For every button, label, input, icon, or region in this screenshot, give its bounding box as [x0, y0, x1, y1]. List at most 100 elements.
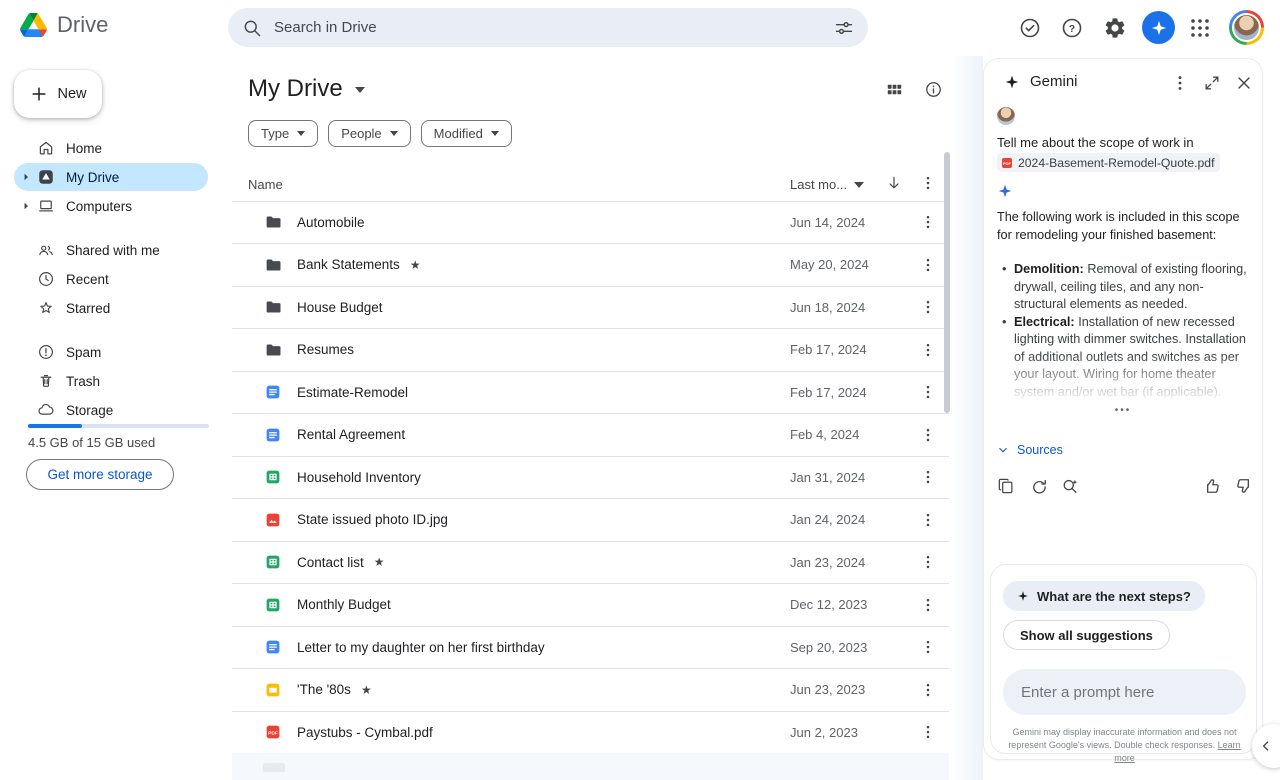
my-drive-menu-caret[interactable] [355, 80, 365, 98]
prompt-input[interactable]: Enter a prompt here [1003, 669, 1246, 715]
sidebar-item-trash[interactable]: Trash [14, 367, 208, 395]
folder-file-icon [264, 256, 282, 274]
gemini-more-menu-icon[interactable] [1170, 73, 1190, 93]
row-more-menu-icon[interactable] [919, 468, 937, 486]
recent-icon [37, 270, 55, 288]
row-more-menu-icon[interactable] [919, 553, 937, 571]
file-row-letter-to-my-daughter-on-her-first-birthday[interactable]: Letter to my daughter on her first birth… [232, 627, 949, 670]
grid-view-toggle[interactable] [885, 80, 904, 99]
offline-status-icon[interactable] [1018, 16, 1042, 40]
sidebar-item-starred[interactable]: Starred [14, 294, 208, 322]
regenerate-icon[interactable] [1029, 476, 1049, 496]
row-more-menu-icon[interactable] [919, 213, 937, 231]
file-row-rental-agreement[interactable]: Rental AgreementFeb 4, 2024 [232, 414, 949, 457]
last-modified-date: Dec 12, 2023 [790, 597, 867, 612]
drive-logo[interactable]: Drive [20, 12, 108, 38]
search-bar[interactable]: Search in Drive [228, 8, 868, 47]
suggestion-chip-label: What are the next steps? [1037, 589, 1191, 604]
filter-chip-type[interactable]: Type [248, 120, 318, 147]
row-more-menu-icon[interactable] [919, 681, 937, 699]
expand-arrow-spacer [19, 141, 35, 155]
column-header-modified[interactable]: Last mo... [790, 177, 864, 192]
show-all-suggestions-button[interactable]: Show all suggestions [1003, 620, 1170, 650]
file-row-monthly-budget[interactable]: Monthly Budget Dec 12, 2023 [232, 584, 949, 627]
chevron-down-icon [390, 131, 398, 136]
sidebar-item-computers[interactable]: Computers [14, 192, 208, 220]
file-list-area: My Drive Type People Modified Name Last mo… [232, 56, 952, 780]
search-options-icon[interactable] [834, 18, 854, 38]
row-more-menu-icon[interactable] [919, 426, 937, 444]
suggestion-chip-next-steps[interactable]: What are the next steps? [1003, 581, 1205, 611]
thumbs-up-icon[interactable] [1202, 476, 1222, 496]
row-more-menu-icon[interactable] [919, 341, 937, 359]
file-row-automobile[interactable]: AutomobileJun 14, 2024 [232, 202, 949, 245]
sort-direction-icon[interactable] [885, 174, 903, 192]
file-row-resumes[interactable]: ResumesFeb 17, 2024 [232, 329, 949, 372]
row-more-menu-icon[interactable] [919, 511, 937, 529]
search-input[interactable]: Search in Drive [274, 19, 834, 36]
expand-arrow-spacer [19, 403, 35, 417]
filter-chip-modified[interactable]: Modified [421, 120, 512, 147]
file-row-estimate-remodel[interactable]: Estimate-RemodelFeb 17, 2024 [232, 372, 949, 415]
file-row-paystubs-cymbal-pdf[interactable]: PDFPaystubs - Cymbal.pdfJun 2, 2023 [232, 712, 949, 755]
filter-chip-label: People [341, 126, 381, 141]
row-more-menu-icon[interactable] [919, 638, 937, 656]
row-more-menu-icon[interactable] [919, 596, 937, 614]
response-bullet-electrical: Electrical: Installation of new recessed… [1001, 314, 1249, 402]
sidebar-item-my-drive[interactable]: My Drive [14, 163, 208, 191]
file-name: 'The '80s [297, 682, 351, 697]
details-info-icon[interactable] [924, 80, 943, 99]
thumbs-down-icon[interactable] [1234, 476, 1254, 496]
file-row-the-80s[interactable]: 'The '80s★Jun 23, 2023 [232, 669, 949, 712]
settings-gear-icon[interactable] [1103, 16, 1127, 40]
search-related-icon[interactable] [1060, 476, 1080, 496]
new-button[interactable]: New [14, 70, 102, 118]
last-modified-date: Jun 23, 2023 [790, 682, 865, 697]
plus-icon [29, 84, 49, 104]
response-bullet-demolition: Demolition: Removal of existing flooring… [1001, 261, 1249, 314]
storage-icon [37, 401, 55, 419]
expand-arrow-spacer [19, 301, 35, 315]
apps-grid-icon[interactable] [1188, 16, 1212, 40]
row-more-menu-icon[interactable] [919, 723, 937, 741]
expand-arrow-spacer [19, 345, 35, 359]
storage-used-text: 4.5 GB of 15 GB used [28, 435, 155, 450]
sidebar-item-label: Trash [66, 374, 100, 389]
file-row-contact-list[interactable]: Contact list★Jan 23, 2024 [232, 542, 949, 585]
filter-chip-people[interactable]: People [328, 120, 410, 147]
row-more-menu-icon[interactable] [919, 256, 937, 274]
expand-arrow-icon[interactable] [19, 199, 35, 213]
svg-text:PDF: PDF [268, 731, 278, 737]
close-panel-icon[interactable] [1234, 73, 1254, 93]
account-avatar[interactable] [1229, 10, 1264, 45]
copy-response-icon[interactable] [996, 476, 1016, 496]
sidebar-item-recent[interactable]: Recent [14, 265, 208, 293]
attached-file-chip[interactable]: PDF 2024-Basement-Remodel-Quote.pdf [997, 153, 1220, 172]
file-row-house-budget[interactable]: House BudgetJun 18, 2024 [232, 287, 949, 330]
row-more-menu-icon[interactable] [919, 298, 937, 316]
gemini-sparkle-button[interactable] [1142, 11, 1175, 44]
chevron-down-icon [297, 131, 305, 136]
clipped-file-icon [263, 763, 285, 772]
filter-chips: Type People Modified [248, 120, 512, 147]
page-header: My Drive [248, 72, 943, 106]
sidebar-item-home[interactable]: Home [14, 134, 208, 162]
sidebar-item-storage[interactable]: Storage [14, 396, 208, 424]
get-more-storage-button[interactable]: Get more storage [26, 459, 174, 490]
gemini-response-star-icon [997, 183, 1013, 199]
expand-panel-icon[interactable] [1202, 73, 1222, 93]
sources-toggle[interactable]: Sources [996, 443, 1063, 457]
file-name: Monthly Budget [297, 597, 391, 612]
row-more-menu-icon[interactable] [919, 383, 937, 401]
sidebar-item-spam[interactable]: Spam [14, 338, 208, 366]
help-icon[interactable]: ? [1060, 16, 1084, 40]
expand-arrow-icon[interactable] [19, 170, 35, 184]
list-header-menu-icon[interactable] [919, 174, 937, 192]
page-title: My Drive [248, 75, 343, 103]
file-row-household-inventory[interactable]: Household InventoryJan 31, 2024 [232, 457, 949, 500]
column-header-name[interactable]: Name [248, 177, 283, 192]
file-row-state-issued-photo-id-jpg[interactable]: State issued photo ID.jpgJan 24, 2024 [232, 499, 949, 542]
sidebar-item-shared-with-me[interactable]: Shared with me [14, 236, 208, 264]
file-row-bank-statements[interactable]: Bank Statements★May 20, 2024 [232, 244, 949, 287]
response-intro: The following work is included in this s… [997, 209, 1247, 244]
